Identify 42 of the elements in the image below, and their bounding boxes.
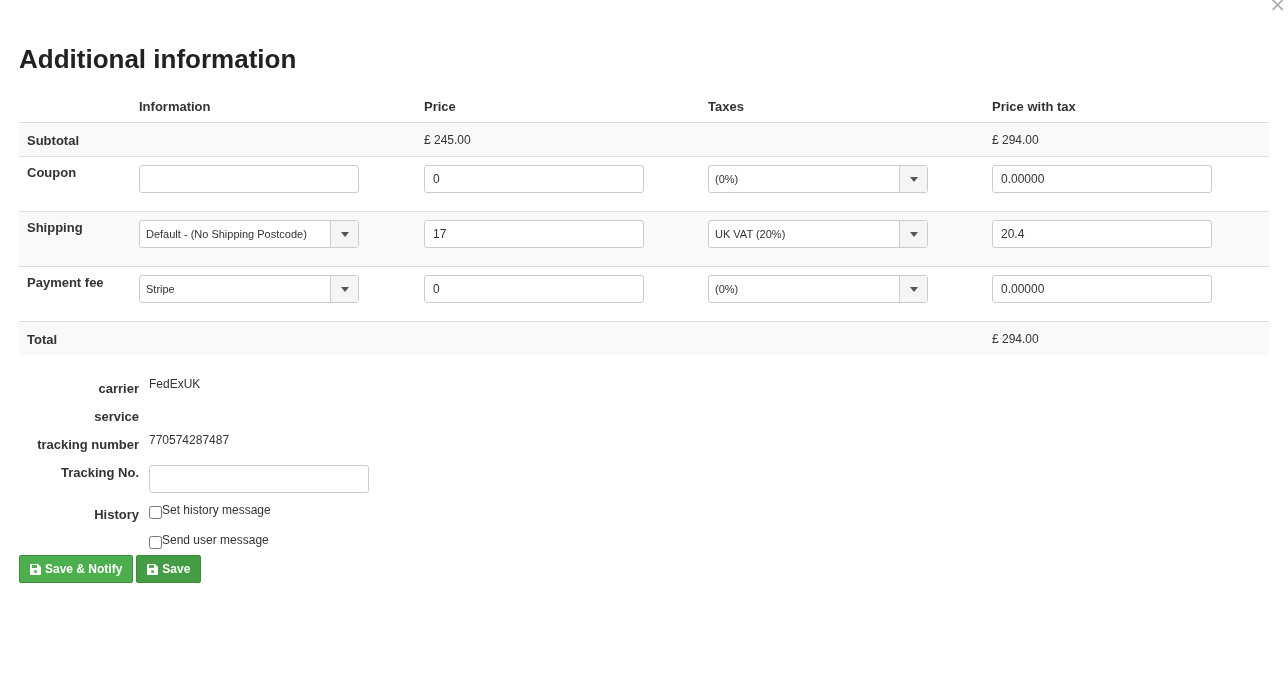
row-label: Subtotal: [27, 133, 79, 148]
input-field[interactable]: 20.4: [992, 220, 1212, 248]
field-label: carrier: [98, 381, 139, 396]
caret-icon: [340, 286, 349, 292]
checkbox-label: Set history message: [162, 503, 271, 517]
field-label: History: [94, 507, 139, 522]
checkbox-label: Send user message: [162, 533, 269, 547]
field-value: 770574287487: [149, 433, 230, 447]
column-header: Information: [139, 98, 212, 116]
price-value: £ 245.00: [424, 133, 471, 147]
dropdown[interactable]: Default - (No Shipping Postcode): [139, 220, 359, 248]
row-label: Payment fee: [27, 275, 104, 290]
caret-icon: [909, 176, 918, 182]
input-field[interactable]: [139, 165, 359, 193]
field-label: tracking number: [37, 437, 139, 452]
price-value: £ 294.00: [992, 332, 1039, 346]
price-value: £ 294.00: [992, 133, 1039, 147]
row-label: Coupon: [27, 165, 77, 180]
dropdown[interactable]: (0%): [708, 165, 928, 193]
column-header: Price: [424, 98, 457, 116]
column-header: Price with tax: [992, 98, 1077, 116]
caret-icon: [909, 286, 918, 292]
field-value: FedExUK: [149, 377, 201, 391]
field-label: Tracking No.: [60, 465, 139, 480]
dropdown[interactable]: Stripe: [139, 275, 359, 303]
checkbox[interactable]: [149, 536, 162, 549]
field-label: service: [94, 409, 139, 424]
column-header: Taxes: [708, 98, 745, 116]
tracking-number-field[interactable]: [149, 465, 369, 493]
caret-icon: [340, 231, 349, 237]
caret-icon: [909, 231, 918, 237]
checkbox[interactable]: [149, 506, 162, 519]
input-field[interactable]: 0: [424, 165, 644, 193]
input-field[interactable]: 0: [424, 275, 644, 303]
dropdown[interactable]: (0%): [708, 275, 928, 303]
input-field[interactable]: 0.00000: [992, 165, 1212, 193]
input-field[interactable]: 0.00000: [992, 275, 1212, 303]
row-label: Total: [27, 332, 58, 347]
page-title: Additional information: [19, 44, 298, 75]
row-label: Shipping: [27, 220, 83, 235]
input-field[interactable]: 17: [424, 220, 644, 248]
dropdown[interactable]: UK VAT (20%): [708, 220, 928, 248]
